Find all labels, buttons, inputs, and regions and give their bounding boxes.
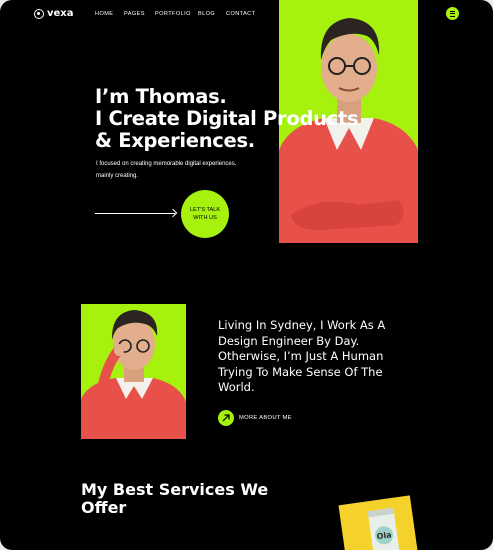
nav-item-pages[interactable]: PAGES [124, 11, 145, 17]
menu-bar-icon [450, 15, 455, 17]
about-portrait-illustration [81, 310, 186, 439]
arrow-up-right-icon [218, 410, 234, 426]
arrow-right-icon [168, 208, 178, 218]
drink-can-illustration: Ola [367, 507, 402, 550]
nav-item-home[interactable]: HOME [95, 11, 113, 17]
product-image: Ola [338, 495, 420, 550]
services-title: My Best Services We Offer [81, 480, 269, 517]
hero-title-line: & Experiences. [95, 129, 255, 152]
arrow-line [95, 213, 175, 214]
page-frame: vexa HOME PAGES PORTFOLIO BLOG CONTACT I… [0, 0, 493, 550]
lets-talk-button[interactable]: LET’S TALK WITH US [181, 190, 229, 238]
menu-button[interactable] [446, 7, 459, 20]
more-about-me-label: MORE ABOUT ME [239, 415, 292, 421]
hero-description: I focused on creating memorable digital … [96, 161, 237, 179]
hero-title-line: I’m Thomas. [95, 85, 227, 108]
hero-title: I’m Thomas. I Create Digital Products & … [95, 85, 359, 152]
about-portrait [81, 304, 186, 439]
brand-logo[interactable]: vexa [34, 8, 74, 19]
more-about-me-link[interactable]: MORE ABOUT ME [218, 410, 292, 426]
nav-item-blog[interactable]: BLOG [198, 11, 215, 17]
nav-item-portfolio[interactable]: PORTFOLIO [155, 11, 191, 17]
about-text: Living In Sydney, I Work As A Design Eng… [218, 318, 386, 394]
lets-talk-label: LET’S TALK WITH US [189, 207, 221, 221]
menu-bar-icon [450, 10, 455, 12]
nav-item-contact[interactable]: CONTACT [226, 11, 255, 17]
brand-name: vexa [47, 8, 74, 19]
logo-mark-icon [34, 8, 44, 19]
menu-bar-icon [450, 13, 455, 14]
hero-title-line: I Create Digital Products [95, 107, 359, 130]
